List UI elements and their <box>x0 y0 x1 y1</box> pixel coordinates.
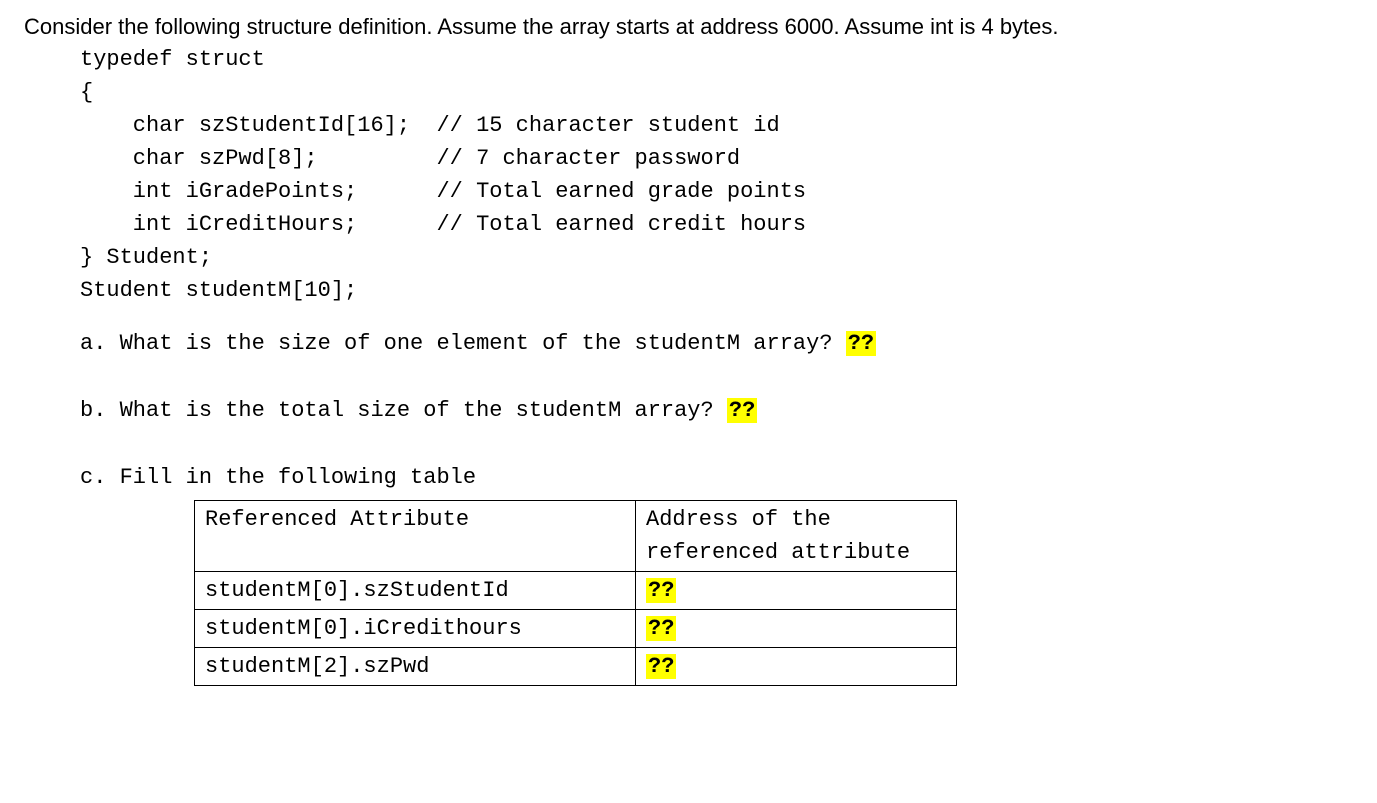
code-line-szstudentid: char szStudentId[16]; // 15 character st… <box>80 109 1359 142</box>
question-b-text: b. What is the total size of the student… <box>80 398 727 423</box>
code-line-open-brace: { <box>80 76 1359 109</box>
table-row: studentM[0].szStudentId ?? <box>195 572 957 610</box>
code-line-icredithours: int iCreditHours; // Total earned credit… <box>80 208 1359 241</box>
table-cell-ref: studentM[0].szStudentId <box>195 572 636 610</box>
code-line-szpwd: char szPwd[8]; // 7 character password <box>80 142 1359 175</box>
intro-line: Consider the following structure definit… <box>24 10 1359 43</box>
table-cell-addr: ?? <box>636 572 957 610</box>
question-b-blank: ?? <box>727 398 757 423</box>
question-a-blank: ?? <box>846 331 876 356</box>
blank: ?? <box>646 616 676 641</box>
code-line-studentm-arr: Student studentM[10]; <box>80 274 1359 307</box>
code-block: typedef struct { char szStudentId[16]; /… <box>24 43 1359 307</box>
table-cell-ref: studentM[0].iCredithours <box>195 610 636 648</box>
question-c-text: c. Fill in the following table <box>80 465 476 490</box>
question-a-text: a. What is the size of one element of th… <box>80 331 846 356</box>
blank: ?? <box>646 578 676 603</box>
question-a: a. What is the size of one element of th… <box>80 325 1359 360</box>
question-b: b. What is the total size of the student… <box>80 392 1359 427</box>
question-c: c. Fill in the following table <box>80 459 1359 494</box>
table-cell-addr: ?? <box>636 610 957 648</box>
table-row: studentM[0].iCredithours ?? <box>195 610 957 648</box>
table-header-row: Referenced Attribute Address of the refe… <box>195 501 957 572</box>
spacer <box>80 427 1359 441</box>
table-header-ref: Referenced Attribute <box>195 501 636 572</box>
page: Consider the following structure definit… <box>0 0 1377 803</box>
spacer <box>80 360 1359 374</box>
attribute-address-table: Referenced Attribute Address of the refe… <box>194 500 957 686</box>
questions-block: a. What is the size of one element of th… <box>24 325 1359 686</box>
table-cell-ref: studentM[2].szPwd <box>195 648 636 686</box>
code-line-typedef: typedef struct <box>80 43 1359 76</box>
table-row: studentM[2].szPwd ?? <box>195 648 957 686</box>
code-line-close-brace: } Student; <box>80 241 1359 274</box>
code-line-igradepoints: int iGradePoints; // Total earned grade … <box>80 175 1359 208</box>
table-header-addr: Address of the referenced attribute <box>636 501 957 572</box>
blank: ?? <box>646 654 676 679</box>
table-cell-addr: ?? <box>636 648 957 686</box>
